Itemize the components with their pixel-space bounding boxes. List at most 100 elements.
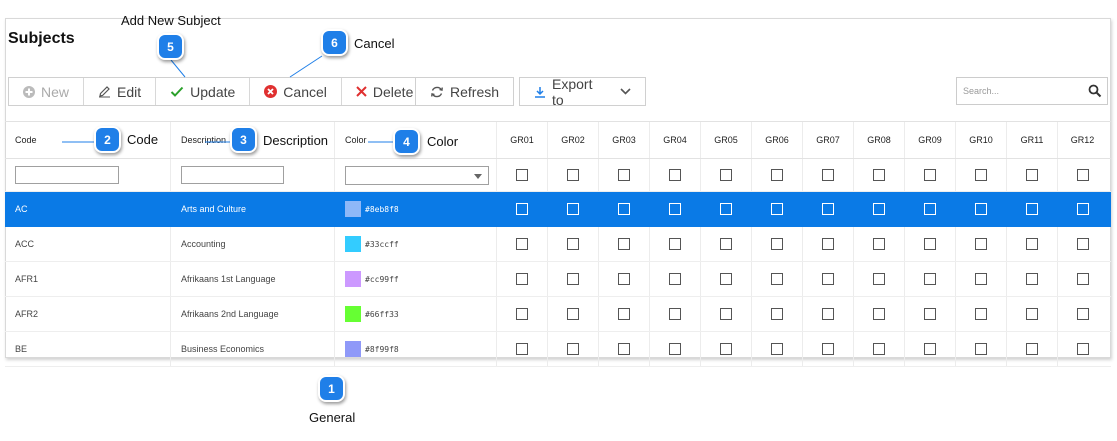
grade-checkbox[interactable] (873, 238, 885, 250)
grade-checkbox[interactable] (771, 238, 783, 250)
update-button[interactable]: Update (156, 78, 251, 105)
search-input[interactable] (963, 86, 1083, 96)
grade-checkbox[interactable] (822, 273, 834, 285)
column-header-gr07[interactable]: GR07 (803, 122, 854, 158)
export-button[interactable]: Export to (519, 76, 646, 108)
grade-checkbox[interactable] (567, 343, 579, 355)
grade-checkbox[interactable] (771, 203, 783, 215)
grade-filter-checkbox[interactable] (516, 169, 528, 181)
grade-checkbox[interactable] (822, 308, 834, 320)
grade-checkbox[interactable] (669, 273, 681, 285)
grade-checkbox[interactable] (1076, 343, 1089, 355)
grade-checkbox[interactable] (669, 308, 681, 320)
grade-checkbox[interactable] (720, 238, 732, 250)
grade-checkbox[interactable] (924, 203, 936, 215)
grade-checkbox[interactable] (924, 273, 936, 285)
grade-checkbox[interactable] (1026, 343, 1038, 355)
grade-checkbox[interactable] (618, 273, 630, 285)
grade-checkbox[interactable] (567, 203, 579, 215)
grade-filter-checkbox[interactable] (1076, 169, 1089, 181)
code-filter-input[interactable] (15, 166, 119, 184)
column-header-gr09[interactable]: GR09 (905, 122, 956, 158)
grade-checkbox[interactable] (873, 308, 885, 320)
grade-checkbox[interactable] (669, 343, 681, 355)
grade-checkbox[interactable] (924, 343, 936, 355)
grade-checkbox[interactable] (1026, 273, 1038, 285)
grade-checkbox[interactable] (822, 203, 834, 215)
grade-checkbox[interactable] (822, 238, 834, 250)
grade-filter-checkbox[interactable] (618, 169, 630, 181)
grade-checkbox[interactable] (669, 238, 681, 250)
grade-checkbox[interactable] (516, 273, 528, 285)
grade-checkbox[interactable] (720, 203, 732, 215)
grade-checkbox[interactable] (618, 238, 630, 250)
grade-checkbox[interactable] (720, 308, 732, 320)
grade-checkbox[interactable] (1076, 203, 1089, 215)
grade-checkbox[interactable] (975, 308, 987, 320)
grade-filter-checkbox[interactable] (771, 169, 783, 181)
grade-checkbox[interactable] (567, 273, 579, 285)
grade-filter-checkbox[interactable] (669, 169, 681, 181)
grade-checkbox[interactable] (975, 238, 987, 250)
refresh-button[interactable]: Refresh (415, 77, 515, 106)
description-filter-input[interactable] (181, 166, 284, 184)
grade-checkbox[interactable] (1076, 273, 1089, 285)
grade-checkbox[interactable] (1026, 203, 1038, 215)
column-header-gr06[interactable]: GR06 (752, 122, 803, 158)
grade-filter-checkbox[interactable] (975, 169, 987, 181)
grade-checkbox[interactable] (771, 308, 783, 320)
grade-checkbox[interactable] (822, 343, 834, 355)
grade-checkbox[interactable] (516, 308, 528, 320)
grade-checkbox[interactable] (1026, 238, 1038, 250)
edit-button[interactable]: Edit (84, 78, 157, 105)
column-header-gr05[interactable]: GR05 (701, 122, 752, 158)
grade-checkbox[interactable] (567, 238, 579, 250)
column-header-gr03[interactable]: GR03 (599, 122, 650, 158)
grade-filter-checkbox[interactable] (924, 169, 936, 181)
table-row[interactable]: AFR2 Afrikaans 2nd Language #66ff33 (5, 297, 1111, 332)
color-filter-select[interactable] (345, 165, 489, 185)
grade-checkbox[interactable] (720, 343, 732, 355)
column-header-gr01[interactable]: GR01 (497, 122, 548, 158)
search-box[interactable] (956, 77, 1108, 105)
grade-checkbox[interactable] (618, 343, 630, 355)
grade-checkbox[interactable] (975, 343, 987, 355)
grade-checkbox[interactable] (1076, 238, 1089, 250)
table-row[interactable]: ACC Accounting #33ccff (5, 227, 1111, 262)
grade-checkbox[interactable] (873, 343, 885, 355)
column-header-gr12[interactable]: GR12 (1058, 122, 1107, 158)
grade-checkbox[interactable] (975, 203, 987, 215)
grade-filter-checkbox[interactable] (720, 169, 732, 181)
table-row[interactable]: BE Business Economics #8f99f8 (5, 332, 1111, 367)
column-header-gr04[interactable]: GR04 (650, 122, 701, 158)
table-row[interactable]: AC Arts and Culture #8eb8f8 (5, 192, 1111, 227)
column-header-gr11[interactable]: GR11 (1007, 122, 1058, 158)
new-button[interactable]: New (9, 78, 85, 105)
grade-checkbox[interactable] (975, 273, 987, 285)
column-header-gr02[interactable]: GR02 (548, 122, 599, 158)
grade-checkbox[interactable] (873, 273, 885, 285)
grade-filter-checkbox[interactable] (1026, 169, 1038, 181)
grade-checkbox[interactable] (618, 308, 630, 320)
grade-filter-checkbox[interactable] (567, 169, 579, 181)
grade-filter-checkbox[interactable] (873, 169, 885, 181)
search-icon[interactable] (1088, 84, 1102, 103)
grade-checkbox[interactable] (516, 343, 528, 355)
column-header-gr10[interactable]: GR10 (956, 122, 1007, 158)
grade-checkbox[interactable] (771, 273, 783, 285)
grade-checkbox[interactable] (1076, 308, 1089, 320)
grade-checkbox[interactable] (873, 203, 885, 215)
grade-checkbox[interactable] (618, 203, 630, 215)
cancel-button[interactable]: Cancel (250, 78, 342, 105)
column-header-gr08[interactable]: GR08 (854, 122, 905, 158)
grade-checkbox[interactable] (567, 308, 579, 320)
grade-checkbox[interactable] (771, 343, 783, 355)
grade-checkbox[interactable] (516, 238, 528, 250)
table-row[interactable]: AFR1 Afrikaans 1st Language #cc99ff (5, 262, 1111, 297)
grade-checkbox[interactable] (924, 238, 936, 250)
grade-checkbox[interactable] (924, 308, 936, 320)
grade-checkbox[interactable] (669, 203, 681, 215)
grade-checkbox[interactable] (1026, 308, 1038, 320)
grade-checkbox[interactable] (516, 203, 528, 215)
grade-filter-checkbox[interactable] (822, 169, 834, 181)
